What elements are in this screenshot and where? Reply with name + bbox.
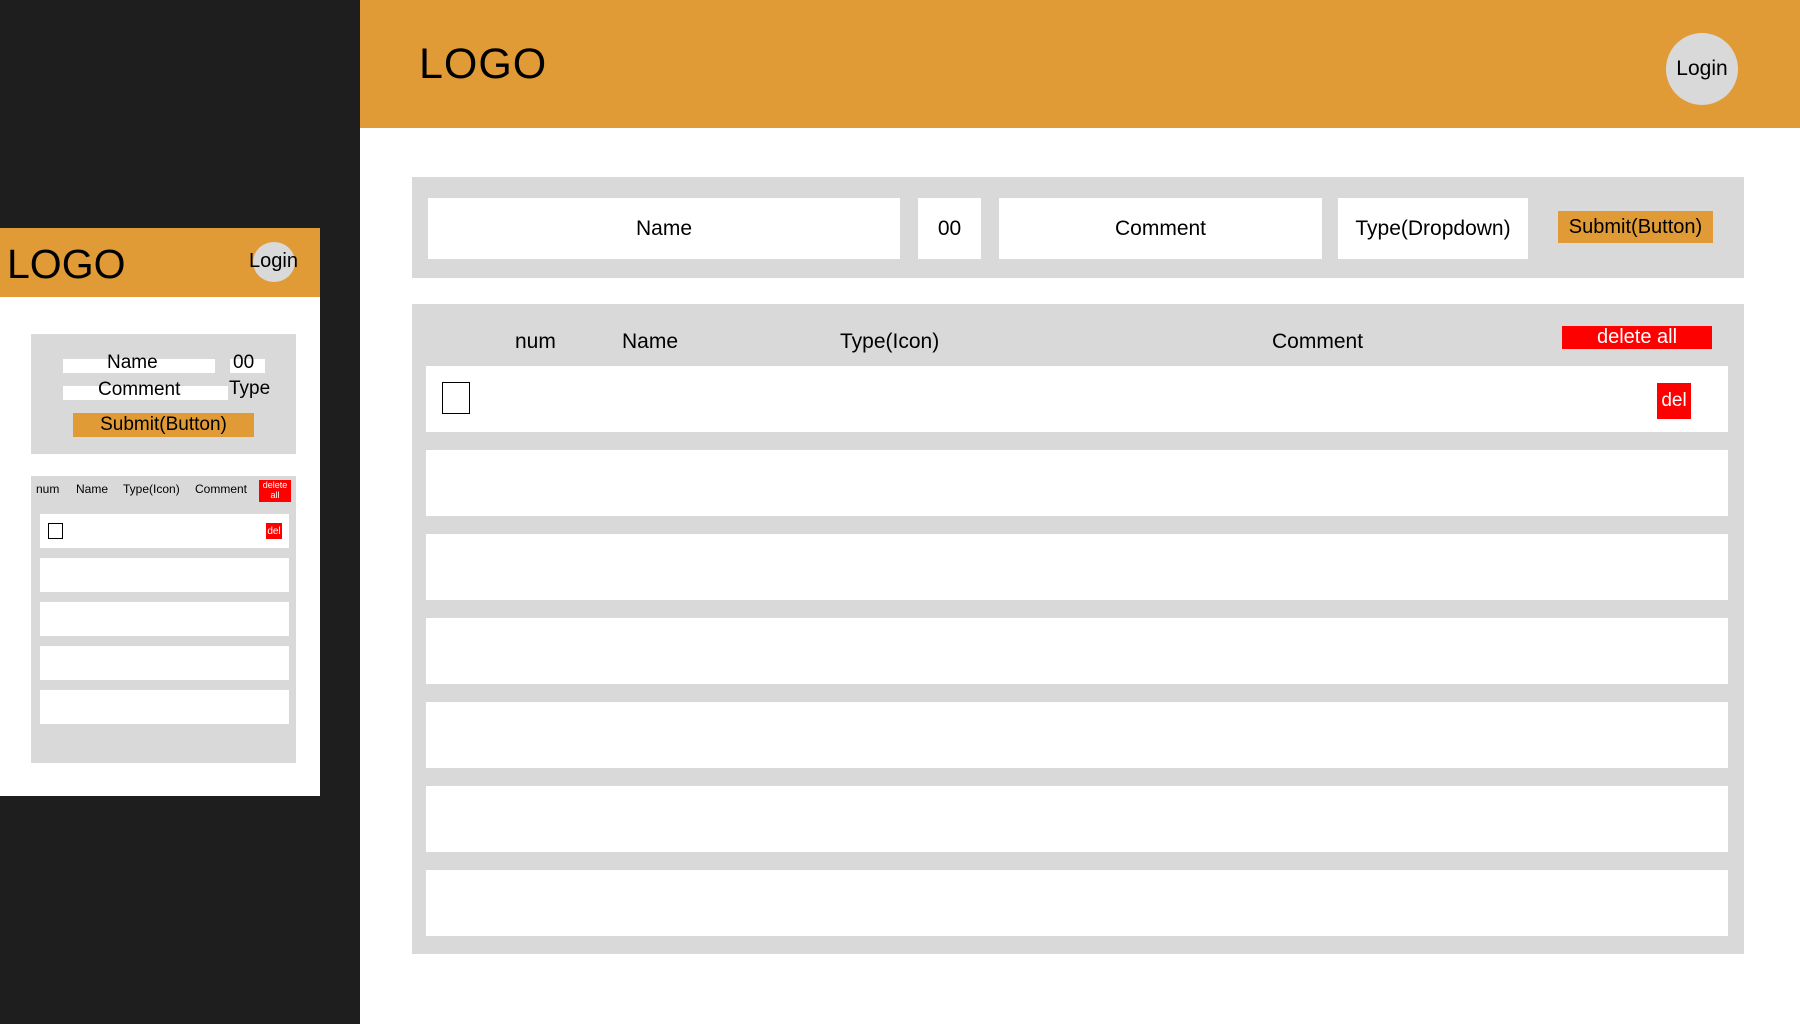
mobile-column-header-num: num	[36, 482, 60, 496]
row-checkbox[interactable]	[442, 382, 470, 414]
mobile-submit-button[interactable]: Submit(Button)	[73, 413, 254, 437]
column-header-comment: Comment	[1272, 330, 1364, 353]
item-list: num Name Type(Icon) Comment delete all d…	[412, 304, 1744, 954]
list-item: del	[426, 366, 1728, 432]
list-item	[426, 618, 1728, 684]
column-header-name: Name	[622, 330, 679, 353]
mobile-comment-placeholder: Comment	[98, 379, 181, 400]
mobile-type-dropdown[interactable]: Type	[229, 378, 270, 400]
list-item	[426, 450, 1728, 516]
mobile-column-header-type: Type(Icon)	[123, 482, 180, 496]
mobile-number-value: 00	[233, 352, 255, 373]
mobile-delete-all-button[interactable]: delete all	[259, 480, 291, 502]
column-header-num: num	[515, 330, 556, 353]
mobile-frame: LOGO Login Name 00 Comment Type Submit(B…	[0, 228, 320, 796]
mobile-list-item	[40, 558, 289, 592]
list-item	[426, 534, 1728, 600]
logo[interactable]: LOGO	[419, 38, 547, 90]
mobile-list-item: del	[40, 514, 289, 548]
mobile-entry-form: Name 00 Comment Type Submit(Button)	[31, 334, 296, 454]
mobile-login-label[interactable]: Login	[249, 248, 298, 274]
mobile-item-list: num Name Type(Icon) Comment delete all d…	[31, 476, 296, 763]
login-button[interactable]: Login	[1666, 33, 1738, 105]
comment-input[interactable]: Comment	[999, 198, 1322, 259]
mobile-name-placeholder: Name	[107, 352, 158, 373]
mobile-delete-button[interactable]: del	[266, 523, 282, 539]
mobile-column-header-comment: Comment	[195, 482, 248, 496]
mobile-list-item	[40, 690, 289, 724]
list-item	[426, 702, 1728, 768]
delete-all-button[interactable]: delete all	[1562, 326, 1712, 349]
name-input[interactable]: Name	[428, 198, 900, 259]
mobile-column-header-name: Name	[76, 482, 109, 496]
mobile-list-item	[40, 646, 289, 680]
mobile-list-item	[40, 602, 289, 636]
list-item	[426, 786, 1728, 852]
desktop-frame: LOGO Login Name 00 Comment Type(Dropdown…	[360, 0, 1800, 1024]
delete-button[interactable]: del	[1657, 383, 1691, 419]
mobile-row-checkbox[interactable]	[48, 523, 63, 539]
column-header-type: Type(Icon)	[840, 330, 940, 353]
mobile-header: LOGO Login	[0, 228, 320, 297]
list-item	[426, 870, 1728, 936]
submit-button[interactable]: Submit(Button)	[1558, 211, 1713, 243]
number-input[interactable]: 00	[918, 198, 981, 259]
mobile-logo[interactable]: LOGO	[7, 240, 125, 288]
type-dropdown[interactable]: Type(Dropdown)	[1338, 198, 1528, 259]
header: LOGO Login	[360, 0, 1800, 128]
entry-form: Name 00 Comment Type(Dropdown) Submit(Bu…	[412, 177, 1744, 278]
